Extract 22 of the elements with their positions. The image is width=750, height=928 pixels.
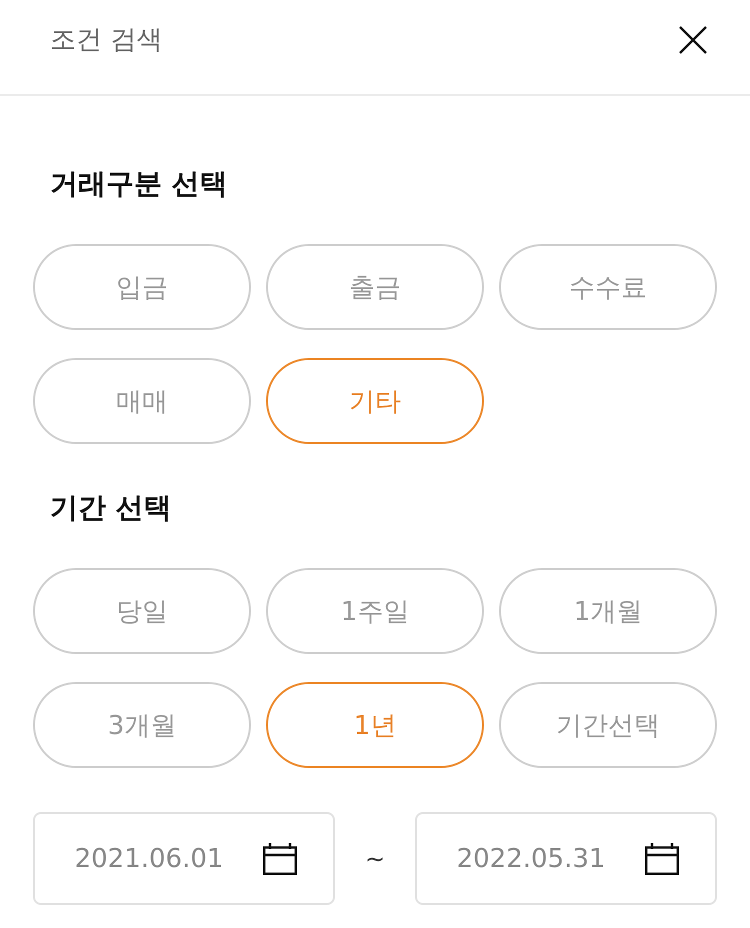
section-heading: 거래구분 선택 [50, 166, 229, 202]
option-chip[interactable]: 1주일 [266, 568, 484, 654]
option-chip[interactable]: 당일 [33, 568, 251, 654]
calendar-icon[interactable] [645, 842, 679, 874]
option-chip[interactable]: 출금 [266, 244, 484, 330]
option-chip[interactable]: 매매 [33, 358, 251, 444]
option-chip[interactable]: 1개월 [499, 568, 717, 654]
option-chip[interactable]: 기간선택 [499, 682, 717, 768]
section-heading: 기간 선택 [50, 490, 173, 526]
option-chip[interactable]: 3개월 [33, 682, 251, 768]
date-value: 2022.05.31 [456, 844, 606, 874]
option-chip[interactable]: 수수료 [499, 244, 717, 330]
end-date-field[interactable]: 2022.05.31 [415, 812, 717, 905]
close-button[interactable] [679, 26, 707, 54]
option-chip[interactable]: 입금 [33, 244, 251, 330]
option-chip[interactable]: 기타 [266, 358, 484, 444]
date-value: 2021.06.01 [74, 844, 224, 874]
calendar-icon[interactable] [263, 842, 297, 874]
range-separator: ~ [364, 844, 386, 872]
option-chip[interactable]: 1년 [266, 682, 484, 768]
dialog-title: 조건 검색 [50, 24, 162, 57]
start-date-field[interactable]: 2021.06.01 [33, 812, 335, 905]
